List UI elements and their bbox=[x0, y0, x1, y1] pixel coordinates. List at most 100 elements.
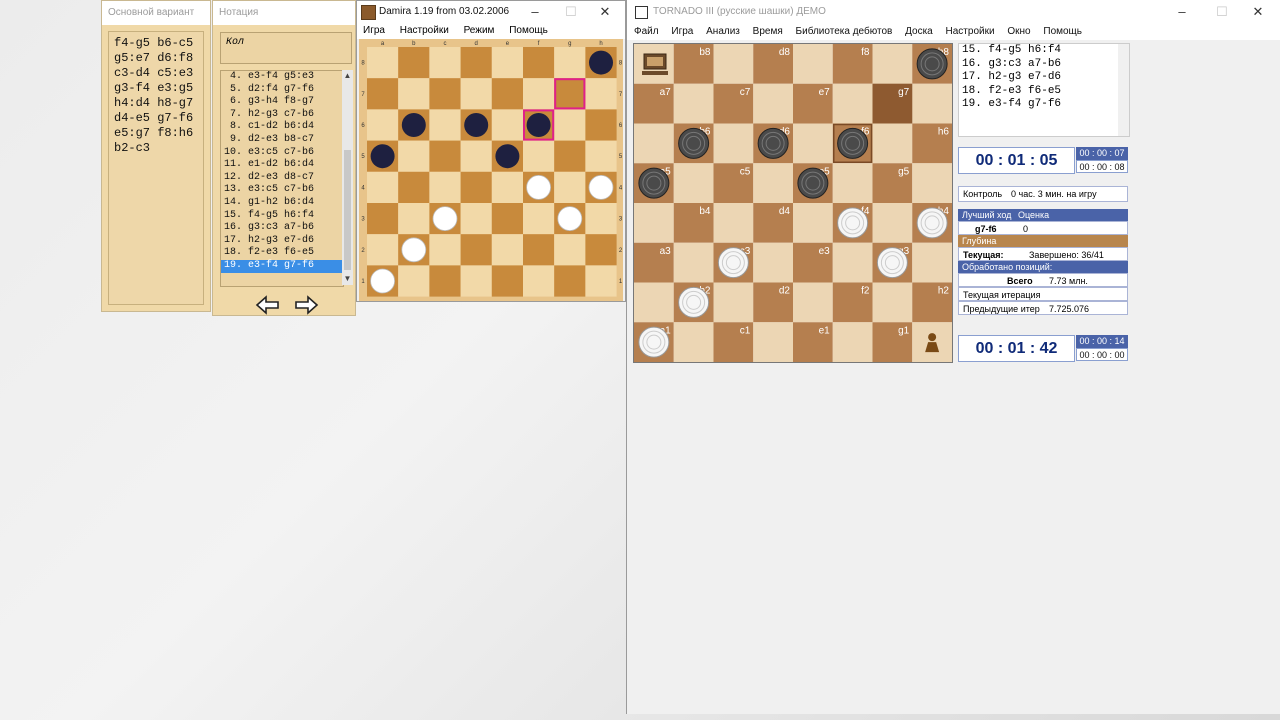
maximize-button[interactable]: ☐ bbox=[553, 1, 589, 23]
notation-row[interactable]: 15. f4-g5 h6:f4 bbox=[221, 210, 343, 223]
white-piece[interactable] bbox=[432, 206, 458, 232]
white-piece[interactable] bbox=[370, 268, 396, 294]
notation-row[interactable]: 5. d2:f4 g7-f6 bbox=[221, 84, 343, 97]
white-piece[interactable] bbox=[638, 326, 670, 358]
board-square[interactable] bbox=[713, 44, 754, 84]
board-square[interactable] bbox=[491, 78, 523, 110]
board-square[interactable] bbox=[523, 140, 555, 172]
white-piece[interactable] bbox=[717, 247, 749, 279]
board-square[interactable] bbox=[523, 234, 555, 266]
board-square[interactable] bbox=[398, 203, 430, 235]
board-square[interactable] bbox=[832, 242, 873, 283]
board-square[interactable] bbox=[673, 163, 714, 203]
board-square[interactable] bbox=[912, 163, 952, 203]
scroll-up-icon[interactable]: ▲ bbox=[342, 70, 353, 82]
white-piece[interactable] bbox=[916, 207, 948, 239]
black-piece[interactable] bbox=[916, 48, 948, 80]
notation-row[interactable]: 17. h2-g3 e7-d6 bbox=[221, 235, 343, 248]
board-square[interactable] bbox=[460, 203, 492, 235]
next-move-button[interactable] bbox=[293, 293, 321, 317]
board-square[interactable] bbox=[554, 109, 586, 141]
notation-row[interactable]: 8. c1-d2 b6:d4 bbox=[221, 121, 343, 134]
damira-menu-settings[interactable]: Настройки bbox=[400, 25, 449, 36]
board-square[interactable] bbox=[398, 47, 430, 79]
tornado-menu-settings[interactable]: Настройки bbox=[946, 26, 995, 37]
board-square[interactable] bbox=[523, 265, 555, 297]
damira-board[interactable]: a b c d e f g h8 87 76 65 54 43 32 21 1 bbox=[359, 39, 623, 301]
black-piece[interactable] bbox=[638, 167, 670, 199]
board-square[interactable] bbox=[713, 123, 754, 164]
minimize-button[interactable]: – bbox=[517, 1, 553, 23]
black-piece[interactable] bbox=[837, 127, 869, 159]
tornado-move-row[interactable]: 15. f4-g5 h6:f4 bbox=[959, 44, 1129, 58]
board-square[interactable] bbox=[554, 234, 586, 266]
board-square[interactable] bbox=[460, 171, 492, 203]
tornado-move-row[interactable]: 17. h2-g3 e7-d6 bbox=[959, 71, 1129, 85]
board-square[interactable] bbox=[491, 265, 523, 297]
notation-list[interactable]: 4. e3-f4 g5:e3 5. d2:f4 g7-f6 6. g3-h4 f… bbox=[220, 70, 344, 287]
prev-move-button[interactable] bbox=[253, 293, 281, 317]
board-square[interactable] bbox=[367, 78, 399, 110]
board-square[interactable] bbox=[398, 140, 430, 172]
board-square[interactable] bbox=[460, 265, 492, 297]
black-piece[interactable] bbox=[526, 113, 551, 137]
board-square[interactable] bbox=[554, 140, 586, 172]
damira-menu-mode[interactable]: Режим bbox=[464, 25, 495, 36]
tornado-menu-board[interactable]: Доска bbox=[905, 26, 933, 37]
tornado-close-button[interactable]: ✕ bbox=[1240, 1, 1276, 23]
board-square[interactable] bbox=[713, 203, 754, 243]
board-square[interactable] bbox=[753, 322, 793, 362]
board-square[interactable] bbox=[491, 203, 523, 235]
tornado-menu-file[interactable]: Файл bbox=[634, 26, 659, 37]
board-square[interactable] bbox=[367, 171, 399, 203]
board-square[interactable] bbox=[398, 171, 430, 203]
notation-row[interactable]: 16. g3:c3 a7-b6 bbox=[221, 222, 343, 235]
white-piece[interactable] bbox=[588, 174, 614, 200]
tornado-menu-analysis[interactable]: Анализ bbox=[706, 26, 740, 37]
board-square[interactable] bbox=[491, 109, 523, 141]
board-square[interactable] bbox=[793, 203, 833, 243]
tornado-menu-game[interactable]: Игра bbox=[671, 26, 693, 37]
tornado-board[interactable]: b8 d8 f8 h8 a7 c7 e7 g7 b6 d6 f6 h6 a5 c5 e5 g5 b4 d4 f4 h4… bbox=[633, 43, 953, 363]
notation-row[interactable]: 11. e1-d2 b6:d4 bbox=[221, 159, 343, 172]
board-square[interactable] bbox=[793, 123, 833, 164]
scroll-thumb[interactable] bbox=[344, 150, 351, 270]
board-square[interactable] bbox=[554, 265, 586, 297]
board-square[interactable] bbox=[713, 282, 754, 323]
notation-scrollbar[interactable]: ▲ ▼ bbox=[342, 70, 353, 285]
damira-menu-game[interactable]: Игра bbox=[363, 25, 385, 36]
black-piece[interactable] bbox=[797, 167, 829, 199]
board-square[interactable] bbox=[793, 44, 833, 84]
board-square[interactable] bbox=[367, 234, 399, 266]
tornado-move-row[interactable]: 18. f2-e3 f6-e5 bbox=[959, 85, 1129, 99]
board-square[interactable] bbox=[585, 109, 617, 141]
black-piece[interactable] bbox=[464, 113, 489, 137]
board-square[interactable] bbox=[912, 83, 952, 124]
board-square[interactable] bbox=[523, 78, 555, 110]
board-square[interactable] bbox=[429, 265, 461, 297]
board-square[interactable] bbox=[491, 171, 523, 203]
board-square[interactable] bbox=[634, 123, 674, 164]
board-square[interactable] bbox=[872, 282, 913, 323]
board-square[interactable] bbox=[491, 47, 523, 79]
tornado-menu-help[interactable]: Помощь bbox=[1043, 26, 1082, 37]
board-square[interactable] bbox=[585, 78, 617, 110]
notation-row[interactable]: 6. g3-h4 f8-g7 bbox=[221, 96, 343, 109]
board-square[interactable] bbox=[872, 123, 913, 164]
board-square[interactable] bbox=[367, 203, 399, 235]
tornado-move-list[interactable]: 15. f4-g5 h6:f4 16. g3:c3 a7-b6 17. h2-g… bbox=[958, 43, 1130, 137]
board-square[interactable] bbox=[872, 44, 913, 84]
board-square[interactable] bbox=[523, 203, 555, 235]
board-square[interactable] bbox=[673, 83, 714, 124]
tornado-menu-openings[interactable]: Библиотека дебютов bbox=[796, 26, 893, 37]
board-square[interactable] bbox=[585, 265, 617, 297]
white-piece[interactable] bbox=[526, 174, 552, 200]
notation-row[interactable]: 9. d2-e3 b8-c7 bbox=[221, 134, 343, 147]
notation-row[interactable]: 10. e3:c5 c7-b6 bbox=[221, 147, 343, 160]
board-square[interactable] bbox=[585, 203, 617, 235]
tornado-move-scrollbar[interactable] bbox=[1118, 44, 1129, 136]
board-square[interactable] bbox=[872, 203, 913, 243]
board-square[interactable] bbox=[429, 140, 461, 172]
board-square[interactable] bbox=[398, 265, 430, 297]
tornado-minimize-button[interactable]: – bbox=[1164, 1, 1200, 23]
